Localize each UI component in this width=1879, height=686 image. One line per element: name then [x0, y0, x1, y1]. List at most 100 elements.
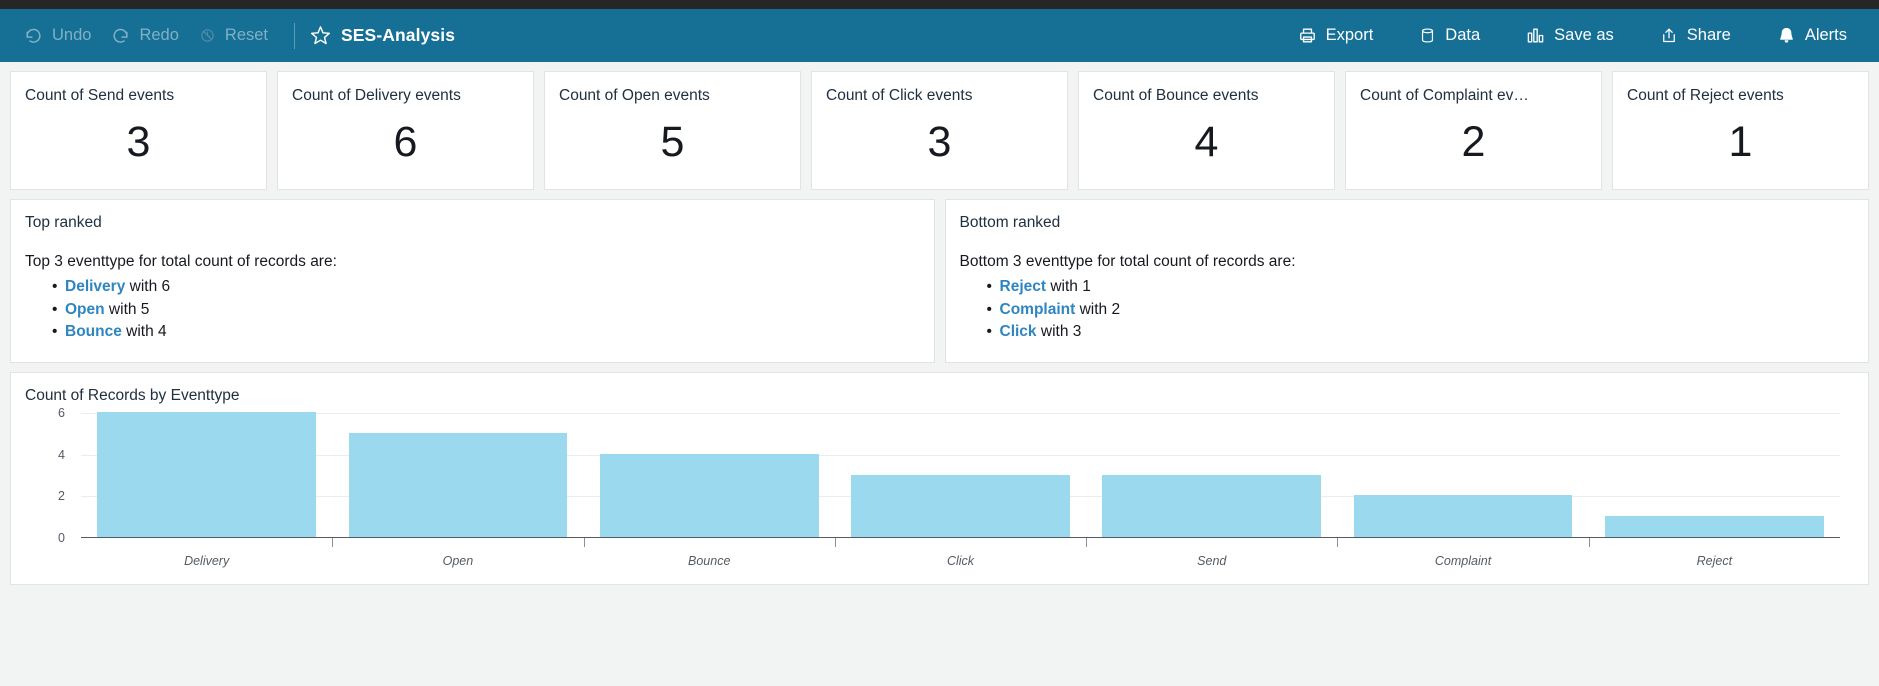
app-toolbar: Undo Redo Reset SES-Analysis Export Data…	[0, 9, 1879, 62]
x-axis-tick-label: Bounce	[583, 538, 835, 576]
insight-card-bottom-ranked[interactable]: Bottom ranked Bottom 3 eventtype for tot…	[944, 199, 1869, 363]
y-axis: 0 2 4 6	[35, 406, 71, 545]
alerts-button[interactable]: Alerts	[1767, 20, 1857, 51]
chart-title: Count of Records by Eventtype	[25, 387, 240, 404]
kpi-title: Count of Open events	[559, 87, 710, 104]
insight-item-rest: with 2	[1075, 300, 1121, 318]
bar-slot	[835, 413, 1086, 537]
kpi-card-click[interactable]: Count of Click events 3	[811, 71, 1068, 190]
x-axis-tick-label: Delivery	[184, 554, 230, 568]
data-label: Data	[1445, 26, 1481, 44]
bar[interactable]	[851, 474, 1070, 537]
bar[interactable]	[1605, 516, 1824, 537]
insight-header: Top ranked	[25, 214, 102, 231]
insight-item-rest: with 3	[1036, 323, 1082, 340]
kpi-card-row: Count of Send events 3 Count of Delivery…	[0, 62, 1879, 190]
x-axis-tick-label: Complaint	[1337, 538, 1588, 576]
y-axis-tick: 4	[58, 447, 65, 462]
insight-item-name: Delivery	[65, 278, 126, 295]
chart-row: Count of Records by Eventtype 0 2 4 6 Deliv…	[0, 363, 1879, 585]
kpi-value: 5	[660, 117, 685, 166]
chart-grid-area	[81, 412, 1840, 538]
undo-button[interactable]: Undo	[14, 20, 101, 51]
export-button[interactable]: Export	[1288, 20, 1384, 51]
favorite-star-icon[interactable]	[309, 24, 332, 47]
y-axis-tick: 2	[58, 489, 65, 504]
bar[interactable]	[348, 432, 568, 537]
reset-icon	[199, 27, 216, 44]
reset-label: Reset	[224, 26, 269, 44]
kpi-value: 4	[1194, 117, 1219, 166]
list-item: Open with 5	[52, 299, 918, 322]
x-axis-tick-label: Open	[332, 538, 583, 576]
insight-item-rest: with 5	[104, 300, 150, 318]
insight-item-rest: with 1	[1046, 278, 1091, 295]
x-axis-tick-label: Click	[834, 538, 1086, 576]
insight-item-rest: with 4	[121, 323, 167, 340]
kpi-value: 1	[1728, 117, 1753, 166]
redo-label: Redo	[139, 26, 179, 44]
x-axis-labels: Delivery Open Bounce Click Send Complaint Reje…	[81, 538, 1840, 576]
kpi-title: Count of Reject events	[1627, 87, 1784, 104]
bar[interactable]	[97, 412, 316, 537]
kpi-title: Count of Send events	[25, 87, 175, 104]
share-label: Share	[1686, 26, 1731, 44]
kpi-value: 6	[393, 117, 418, 166]
kpi-card-open[interactable]: Count of Open events 5	[544, 71, 801, 190]
insight-card-row: Top ranked Top 3 eventtype for total cou…	[0, 190, 1879, 363]
bar-slot	[332, 413, 583, 537]
x-axis-tickmark	[332, 538, 334, 547]
save-as-button[interactable]: Save as	[1516, 20, 1624, 51]
insight-item-name: Complaint	[999, 300, 1076, 318]
kpi-value: 2	[1461, 117, 1486, 166]
bar[interactable]	[1353, 495, 1573, 537]
share-upload-icon	[1660, 26, 1678, 45]
bar-chart-icon	[1526, 26, 1545, 45]
list-item: Complaint with 2	[987, 299, 1853, 322]
insight-card-top-ranked[interactable]: Top ranked Top 3 eventtype for total cou…	[10, 199, 935, 363]
kpi-value: 3	[126, 117, 151, 166]
kpi-title: Count of Delivery events	[292, 87, 461, 104]
bar-slot	[1589, 413, 1840, 537]
insight-lead-text: Bottom 3 eventtype for total count of re…	[959, 253, 1296, 270]
bar[interactable]	[1102, 474, 1322, 537]
insight-item-rest: with 6	[125, 278, 171, 295]
share-button[interactable]: Share	[1650, 20, 1741, 51]
save-as-label: Save as	[1554, 26, 1614, 44]
kpi-card-bounce[interactable]: Count of Bounce events 4	[1078, 71, 1335, 190]
x-axis-tickmark	[1337, 538, 1339, 547]
top-strip	[0, 0, 1879, 9]
insight-item-name: Bounce	[65, 323, 122, 340]
y-axis-tick: 0	[58, 531, 65, 545]
dashboard-title: SES-Analysis	[341, 25, 456, 45]
list-item: Delivery with 6	[52, 276, 918, 299]
list-item: Click with 3	[987, 321, 1853, 344]
printer-icon	[1298, 26, 1317, 45]
bar-chart-card[interactable]: Count of Records by Eventtype 0 2 4 6 Deliv…	[10, 372, 1869, 585]
reset-button[interactable]: Reset	[189, 20, 278, 51]
kpi-card-send[interactable]: Count of Send events 3	[10, 71, 267, 190]
data-button[interactable]: Data	[1409, 20, 1490, 51]
insight-list: Reject with 1 Complaint with 2 Click wit…	[960, 276, 1853, 344]
x-axis-tickmark	[1086, 538, 1088, 547]
undo-icon	[24, 26, 43, 45]
chart-plot-area: 0 2 4 6 Delivery Open Bounce Click Send Complain…	[35, 406, 1854, 576]
kpi-card-complaint[interactable]: Count of Complaint ev… 2	[1345, 71, 1602, 190]
kpi-value: 3	[927, 117, 952, 166]
bell-icon	[1777, 26, 1796, 45]
kpi-card-delivery[interactable]: Count of Delivery events 6	[277, 71, 534, 190]
toolbar-divider	[294, 22, 296, 49]
undo-label: Undo	[52, 26, 92, 44]
redo-button[interactable]: Redo	[101, 20, 188, 51]
bar-slot	[1337, 413, 1588, 537]
kpi-card-reject[interactable]: Count of Reject events 1	[1612, 71, 1869, 190]
export-label: Export	[1325, 26, 1374, 44]
kpi-title: Count of Click events	[826, 87, 973, 104]
kpi-title: Count of Complaint ev…	[1360, 87, 1529, 104]
alerts-label: Alerts	[1804, 26, 1847, 44]
x-axis-tickmark	[583, 538, 585, 547]
bar-slot	[81, 412, 332, 537]
insight-item-name: Click	[999, 323, 1037, 340]
bar[interactable]	[599, 453, 819, 537]
y-axis-tick: 6	[58, 406, 65, 420]
